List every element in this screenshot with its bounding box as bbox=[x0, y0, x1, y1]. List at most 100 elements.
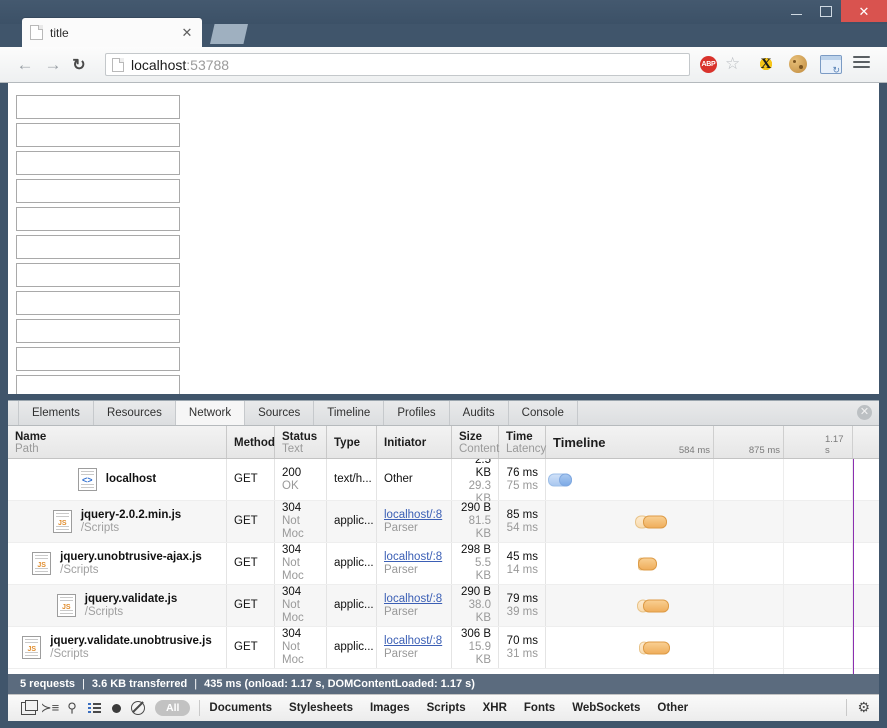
devtools-tab-timeline[interactable]: Timeline bbox=[314, 401, 385, 425]
request-time: 79 ms 39 ms bbox=[499, 585, 546, 626]
column-header-initiator[interactable]: Initiator bbox=[377, 426, 452, 458]
text-input-2[interactable] bbox=[16, 123, 180, 147]
table-row[interactable]: JS jquery.unobtrusive-ajax.js/Scripts GET 3… bbox=[8, 543, 879, 585]
request-initiator-value[interactable]: localhost/:8 bbox=[384, 551, 444, 564]
reload-button[interactable]: ↻ bbox=[68, 54, 90, 76]
new-tab-button[interactable] bbox=[210, 24, 248, 44]
column-header-size[interactable]: Size Content bbox=[452, 426, 499, 458]
forward-button[interactable]: → bbox=[42, 54, 64, 76]
window-extension-icon[interactable] bbox=[820, 55, 842, 76]
text-input-7[interactable] bbox=[16, 263, 180, 287]
request-initiator-value[interactable]: localhost/:8 bbox=[384, 635, 444, 648]
cookie-icon[interactable] bbox=[789, 55, 807, 73]
column-header-method[interactable]: Method bbox=[227, 426, 275, 458]
dock-panel-icon[interactable] bbox=[17, 698, 39, 718]
request-type: applic... bbox=[327, 501, 377, 542]
column-header-name[interactable]: Name Path bbox=[8, 426, 227, 458]
request-file-name: jquery-2.0.2.min.js bbox=[80, 508, 182, 521]
filter-documents[interactable]: Documents bbox=[209, 702, 272, 714]
request-file-path: /Scripts bbox=[50, 647, 89, 660]
table-row[interactable]: <> localhost GET 200 OK text/h... Other 2.5 KB 2… bbox=[8, 459, 879, 505]
timeline-tick-label: 1.17 s bbox=[825, 434, 844, 456]
devtools-tab-profiles[interactable]: Profiles bbox=[384, 401, 450, 425]
request-time: 45 ms 14 ms bbox=[499, 543, 546, 584]
network-filter-bar: ≻≡ ⚲ All Documents Stylesheets Images Scrip… bbox=[8, 694, 879, 721]
filter-images[interactable]: Images bbox=[370, 702, 410, 714]
request-size: 290 B 81.5 KB bbox=[452, 501, 499, 542]
request-initiator-value[interactable]: localhost/:8 bbox=[384, 509, 444, 522]
request-status-subvalue: Not Moc bbox=[282, 515, 304, 540]
address-bar[interactable]: localhost:53788 bbox=[105, 53, 690, 76]
close-icon: ✕ bbox=[858, 3, 870, 19]
table-row[interactable]: JS jquery-2.0.2.min.js/Scripts GET 304 Not M… bbox=[8, 501, 879, 543]
js-file-icon: JS bbox=[32, 552, 52, 575]
text-input-8[interactable] bbox=[16, 291, 180, 315]
request-file-name: jquery.unobtrusive-ajax.js bbox=[60, 550, 202, 563]
column-header-timeline[interactable]: Timeline 584 ms 875 ms 1.17 s bbox=[546, 426, 879, 458]
timeline-gridline bbox=[713, 459, 714, 674]
request-size-value: 2.5 KB bbox=[475, 459, 491, 479]
request-type-value: applic... bbox=[334, 515, 374, 527]
back-button[interactable]: ← bbox=[14, 54, 36, 76]
text-input-5[interactable] bbox=[16, 207, 180, 231]
column-header-time[interactable]: Time Latency bbox=[499, 426, 546, 458]
request-time: 85 ms 54 ms bbox=[499, 501, 546, 542]
search-icon[interactable]: ⚲ bbox=[61, 698, 83, 718]
devtools-tab-sources[interactable]: Sources bbox=[245, 401, 315, 425]
request-method: GET bbox=[227, 543, 275, 584]
bookmark-star-icon[interactable]: ☆ bbox=[725, 55, 740, 72]
request-method: GET bbox=[227, 459, 275, 500]
devtools-tab-elements[interactable]: Elements bbox=[18, 401, 94, 425]
text-input-4[interactable] bbox=[16, 179, 180, 203]
request-type: applic... bbox=[327, 585, 377, 626]
column-header-label: Size bbox=[459, 431, 483, 443]
filter-websockets[interactable]: WebSockets bbox=[572, 702, 640, 714]
column-header-type[interactable]: Type bbox=[327, 426, 377, 458]
request-file-path: /Scripts bbox=[60, 563, 99, 576]
table-row[interactable]: JS jquery.validate.unobtrusive.js/Scripts… bbox=[8, 627, 879, 669]
text-input-3[interactable] bbox=[16, 151, 180, 175]
devtools-tab-network[interactable]: Network bbox=[175, 401, 246, 425]
text-input-11[interactable] bbox=[16, 375, 180, 394]
record-icon[interactable] bbox=[105, 698, 127, 718]
filter-divider bbox=[199, 700, 201, 716]
browser-tab[interactable]: title ✕ bbox=[22, 18, 202, 47]
request-status: 304 Not Moc bbox=[275, 585, 327, 626]
request-time-value: 76 ms bbox=[506, 466, 538, 479]
console-drawer-icon[interactable]: ≻≡ bbox=[39, 698, 61, 718]
filter-fonts[interactable]: Fonts bbox=[524, 702, 555, 714]
filter-all-button[interactable]: All bbox=[155, 700, 191, 716]
devtools-tab-console[interactable]: Console bbox=[509, 401, 578, 425]
chrome-browser-window: ✕ title ✕ ← → ↻ localhost:53788 ABP ☆ X bbox=[0, 0, 887, 728]
gear-icon[interactable]: ⚙ bbox=[857, 699, 870, 716]
column-header-label: Method bbox=[234, 437, 275, 449]
filter-stylesheets[interactable]: Stylesheets bbox=[289, 702, 353, 714]
column-header-status[interactable]: Status Text bbox=[275, 426, 327, 458]
request-status: 304 Not Moc bbox=[275, 501, 327, 542]
clear-icon[interactable] bbox=[127, 698, 149, 718]
request-initiator-value[interactable]: localhost/:8 bbox=[384, 593, 444, 606]
request-status-subvalue: Not Moc bbox=[282, 599, 304, 624]
text-input-6[interactable] bbox=[16, 235, 180, 259]
extension-x-icon[interactable]: X bbox=[757, 55, 775, 73]
timeline-tick-label: 584 ms bbox=[678, 445, 710, 456]
table-row[interactable]: JS jquery.validate.js/Scripts GET 304 Not Mo… bbox=[8, 585, 879, 627]
text-input-10[interactable] bbox=[16, 347, 180, 371]
devtools-tab-resources[interactable]: Resources bbox=[94, 401, 176, 425]
chrome-menu-icon[interactable] bbox=[853, 56, 870, 71]
filter-xhr[interactable]: XHR bbox=[483, 702, 507, 714]
tab-close-icon[interactable]: ✕ bbox=[180, 26, 194, 40]
request-status-value: 304 bbox=[282, 628, 302, 640]
filter-other[interactable]: Other bbox=[657, 702, 688, 714]
timeline-request-bar bbox=[548, 473, 572, 486]
arrow-right-icon: → bbox=[44, 55, 62, 74]
filter-scripts[interactable]: Scripts bbox=[427, 702, 466, 714]
adblock-plus-icon[interactable]: ABP bbox=[700, 56, 717, 73]
text-input-9[interactable] bbox=[16, 319, 180, 343]
text-input-1[interactable] bbox=[16, 95, 180, 119]
column-header-label: Status bbox=[282, 431, 318, 443]
devtools-tab-audits[interactable]: Audits bbox=[450, 401, 509, 425]
devtools-close-icon[interactable]: ✕ bbox=[857, 405, 872, 420]
transferred-size: 3.6 KB transferred bbox=[91, 678, 188, 690]
large-rows-icon[interactable] bbox=[83, 698, 105, 718]
